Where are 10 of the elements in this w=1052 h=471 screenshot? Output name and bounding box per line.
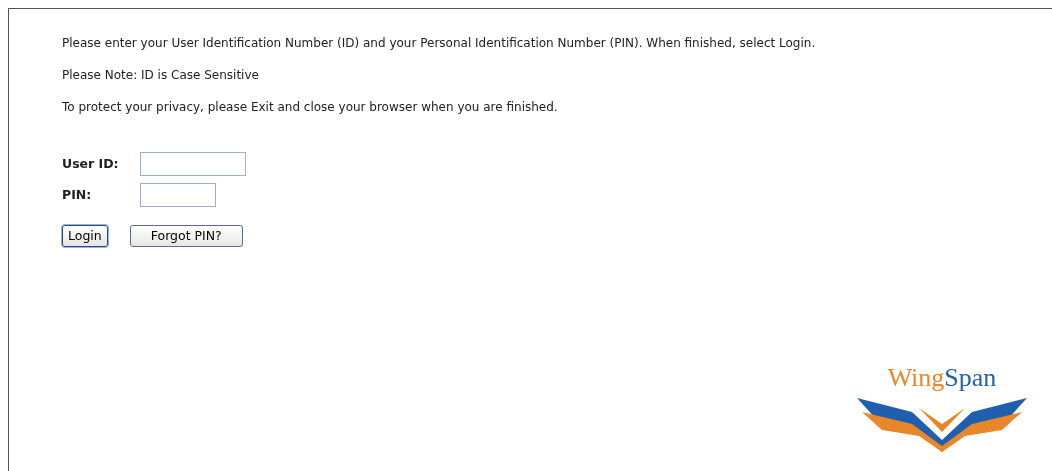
instruction-text: Please Note: ID is Case Sensitive <box>62 68 260 83</box>
instruction-text: To protect your privacy, please Exit and close your browser when you are finished. <box>62 100 559 115</box>
field-label: PIN: <box>62 185 93 204</box>
field-label: User ID: <box>62 154 120 173</box>
instruction-text: Please enter your User Identification Number (ID) and your Personal Identification Number (PIN). When finished, select Login. <box>62 36 817 51</box>
logo-text: WingSpan <box>886 364 998 392</box>
form-button[interactable]: Forgot PIN? <box>129 225 243 247</box>
input-field[interactable] <box>140 183 216 207</box>
form-button[interactable]: Login <box>62 225 108 247</box>
input-field[interactable] <box>140 152 246 176</box>
